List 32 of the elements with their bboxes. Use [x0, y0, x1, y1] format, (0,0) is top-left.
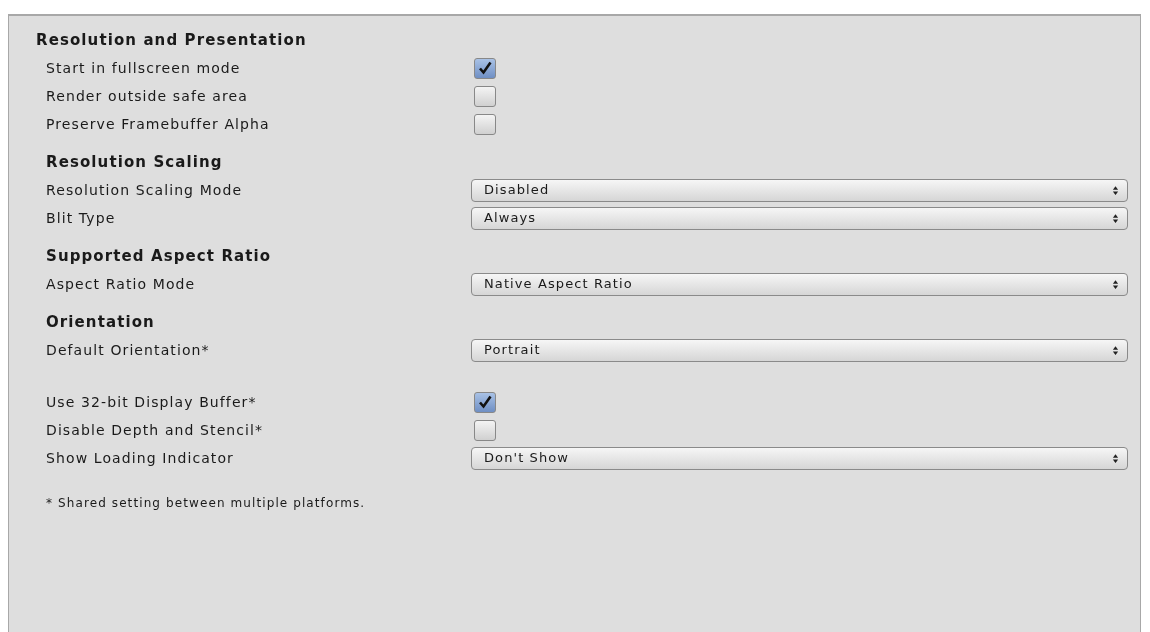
- checkbox[interactable]: [474, 113, 496, 135]
- field-label: Default Orientation*: [46, 340, 211, 360]
- dropdown[interactable]: Don't Show: [471, 446, 1128, 470]
- checkbox[interactable]: [474, 57, 496, 79]
- dropdown[interactable]: Portrait: [471, 338, 1128, 362]
- section-heading: Orientation: [46, 311, 155, 333]
- section-heading: Resolution Scaling: [46, 151, 223, 173]
- field-label: Use 32-bit Display Buffer*: [46, 392, 258, 412]
- dropdown[interactable]: Disabled: [471, 178, 1128, 202]
- up-down-arrows-icon: [1112, 344, 1119, 356]
- up-down-arrows-icon: [1112, 212, 1119, 224]
- field-label: Start in fullscreen mode: [46, 58, 242, 78]
- checkmark-icon: [477, 60, 493, 76]
- up-down-arrows-icon: [1112, 452, 1119, 464]
- checkbox[interactable]: [474, 391, 496, 413]
- checkmark-icon: [477, 394, 493, 410]
- field-label: Render outside safe area: [46, 86, 249, 106]
- field-label: Resolution Scaling Mode: [46, 180, 244, 200]
- field-label: Preserve Framebuffer Alpha: [46, 114, 271, 134]
- dropdown[interactable]: Always: [471, 206, 1128, 230]
- field-label: Disable Depth and Stencil*: [46, 420, 265, 440]
- field-label: Show Loading Indicator: [46, 448, 235, 468]
- section-heading: Supported Aspect Ratio: [46, 245, 272, 267]
- up-down-arrows-icon: [1112, 278, 1119, 290]
- up-down-arrows-icon: [1112, 184, 1119, 196]
- dropdown[interactable]: Native Aspect Ratio: [471, 272, 1128, 296]
- checkbox[interactable]: [474, 419, 496, 441]
- footnote: * Shared setting between multiple platforms.: [46, 496, 366, 510]
- section-heading: Resolution and Presentation: [36, 29, 308, 51]
- field-label: Aspect Ratio Mode: [46, 274, 197, 294]
- field-label: Blit Type: [46, 208, 117, 228]
- checkbox[interactable]: [474, 85, 496, 107]
